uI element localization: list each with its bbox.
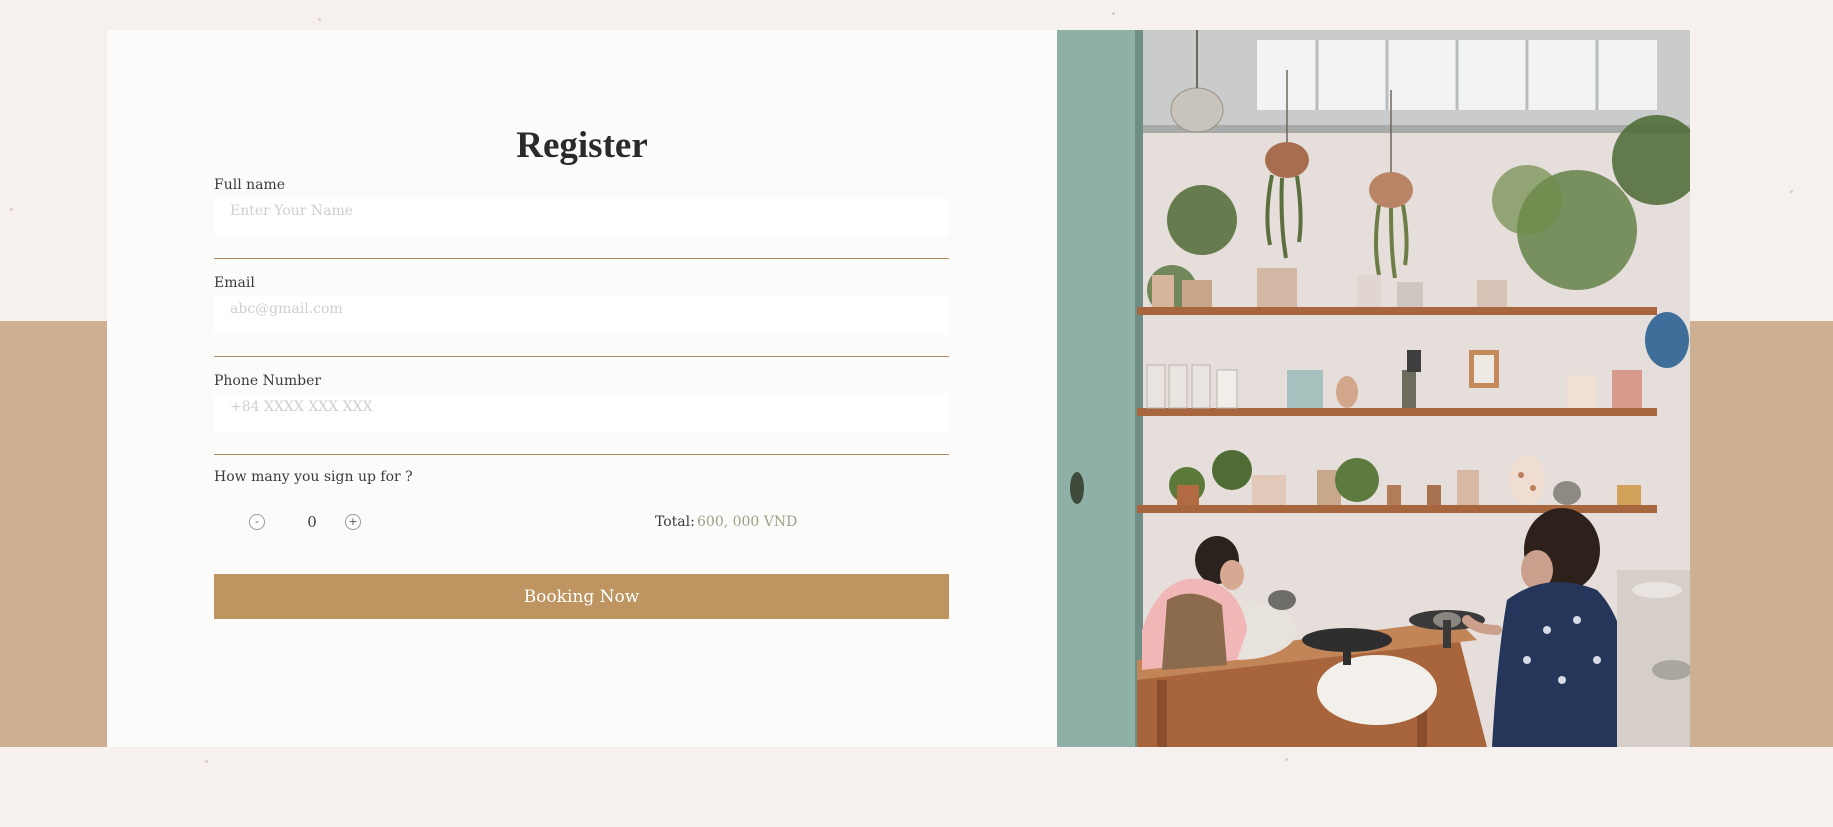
paper-speck bbox=[10, 208, 13, 211]
paper-speck bbox=[1112, 12, 1115, 15]
signup-count-label: How many you sign up for ? bbox=[214, 469, 413, 485]
workshop-illustration bbox=[1057, 30, 1690, 747]
decrement-button[interactable]: - bbox=[249, 514, 265, 530]
email-label: Email bbox=[214, 275, 255, 291]
page-title: Register bbox=[516, 125, 648, 166]
increment-button[interactable]: + bbox=[345, 514, 361, 530]
full-name-label: Full name bbox=[214, 177, 286, 193]
paper-speck bbox=[318, 18, 321, 21]
register-card: Register Full name Email Phone Number Ho… bbox=[107, 30, 1057, 747]
quantity-value: 0 bbox=[307, 513, 317, 531]
paper-speck bbox=[1790, 190, 1793, 193]
pottery-workshop-photo bbox=[1057, 30, 1690, 747]
phone-label: Phone Number bbox=[214, 373, 322, 389]
paper-speck bbox=[1285, 758, 1288, 761]
phone-input[interactable] bbox=[214, 394, 949, 432]
email-input[interactable] bbox=[214, 296, 949, 334]
booking-now-button[interactable]: Booking Now bbox=[214, 574, 949, 619]
full-name-underline bbox=[214, 258, 949, 259]
paper-speck bbox=[205, 760, 208, 763]
total-value: 600, 000 VND bbox=[697, 514, 798, 530]
total-label: Total: bbox=[655, 514, 695, 530]
email-underline bbox=[214, 356, 949, 357]
full-name-input[interactable] bbox=[214, 198, 949, 236]
phone-underline bbox=[214, 454, 949, 455]
